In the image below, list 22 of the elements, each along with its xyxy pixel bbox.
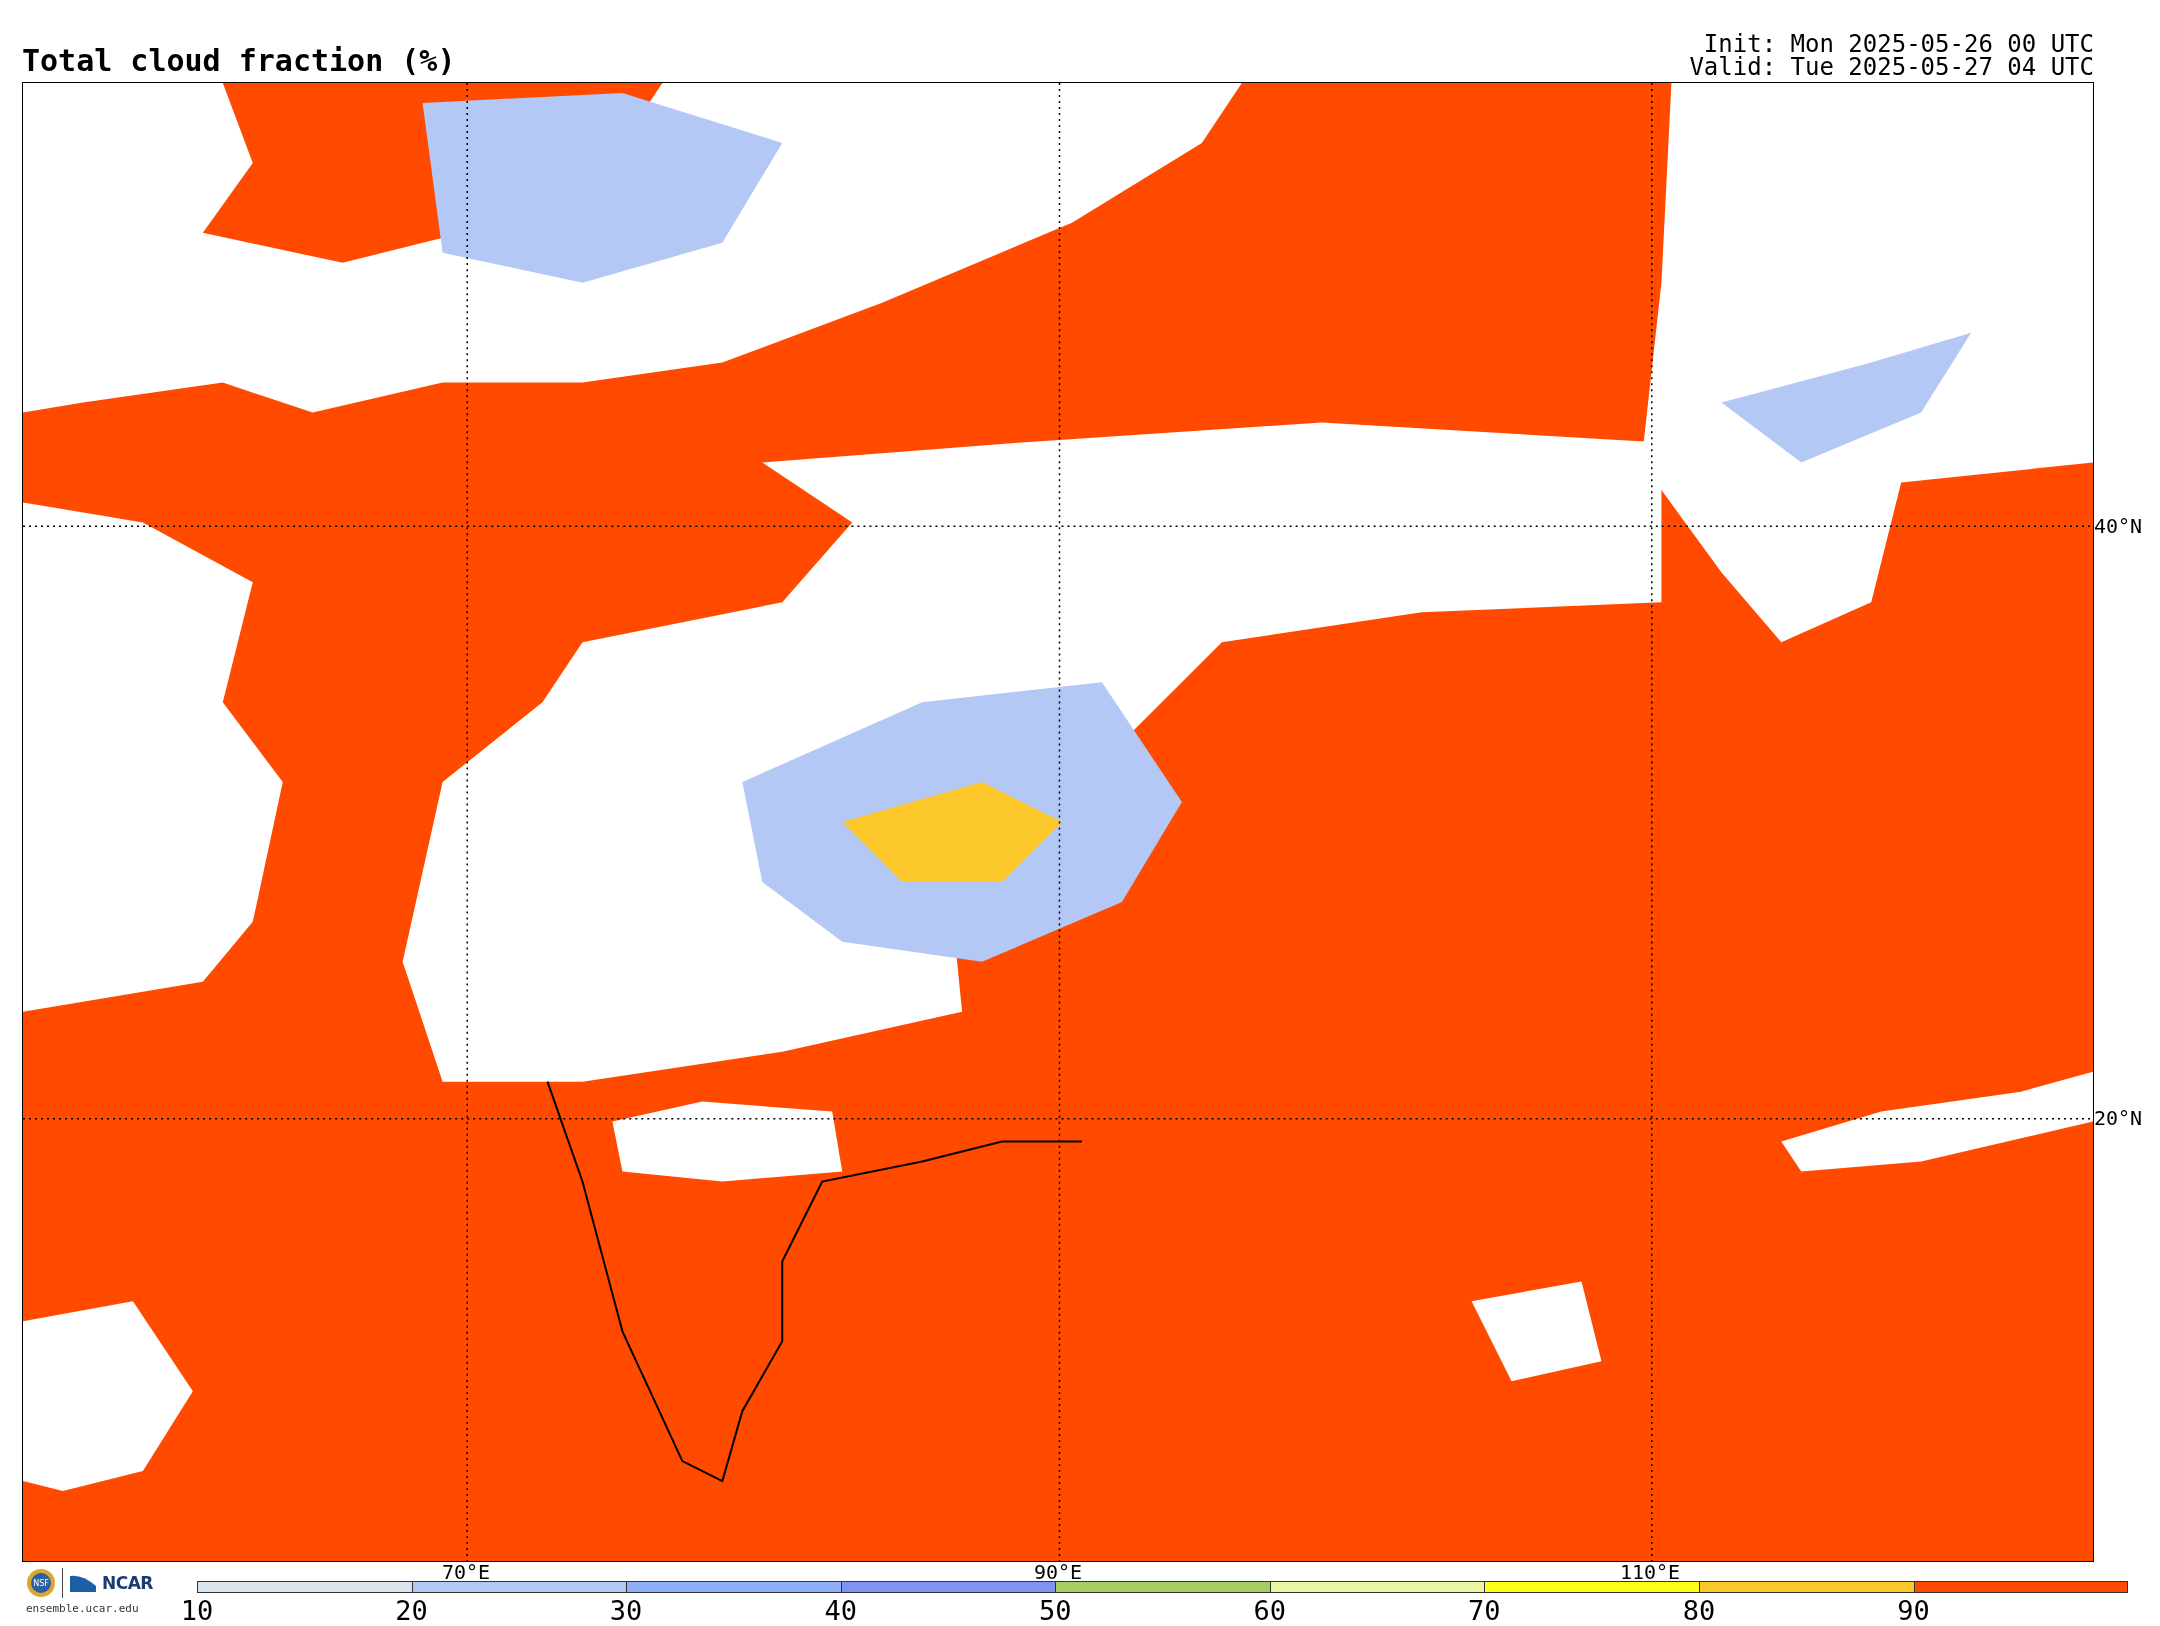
colorbar-tick-label: 30 [609,1597,643,1624]
latitude-label: 20°N [2094,1108,2143,1128]
colorbar-tick-label: 50 [1039,1597,1072,1624]
colorbar-tick-label: 10 [180,1597,214,1624]
colorbar-tick-label: 90 [1897,1597,1930,1624]
latitude-label: 40°N [2094,516,2143,536]
colorbar-tick-label: 20 [395,1597,428,1624]
valid-time: Valid: Tue 2025-05-27 04 UTC [1689,56,2094,79]
divider-icon [62,1568,64,1598]
longitude-label: 90°E [1033,1562,1083,1582]
org-logo-text: NCAR [102,1573,153,1593]
colorbar-tick-label: 80 [1682,1597,1716,1624]
longitude-label: 70°E [441,1562,491,1582]
seal-logo: NSF [26,1568,56,1598]
swoosh-icon [70,1574,96,1592]
chart-title: Total cloud fraction (%) [22,46,456,80]
longitude-label: 110°E [1619,1562,1681,1582]
colorbar-tick-label: 40 [824,1597,857,1624]
colorbar-tick-label: 70 [1468,1597,1501,1624]
website-url: ensemble.ucar.edu [26,1602,139,1615]
init-time: Init: Mon 2025-05-26 00 UTC [1703,33,2094,56]
colorbar-tick-label: 60 [1253,1597,1287,1624]
